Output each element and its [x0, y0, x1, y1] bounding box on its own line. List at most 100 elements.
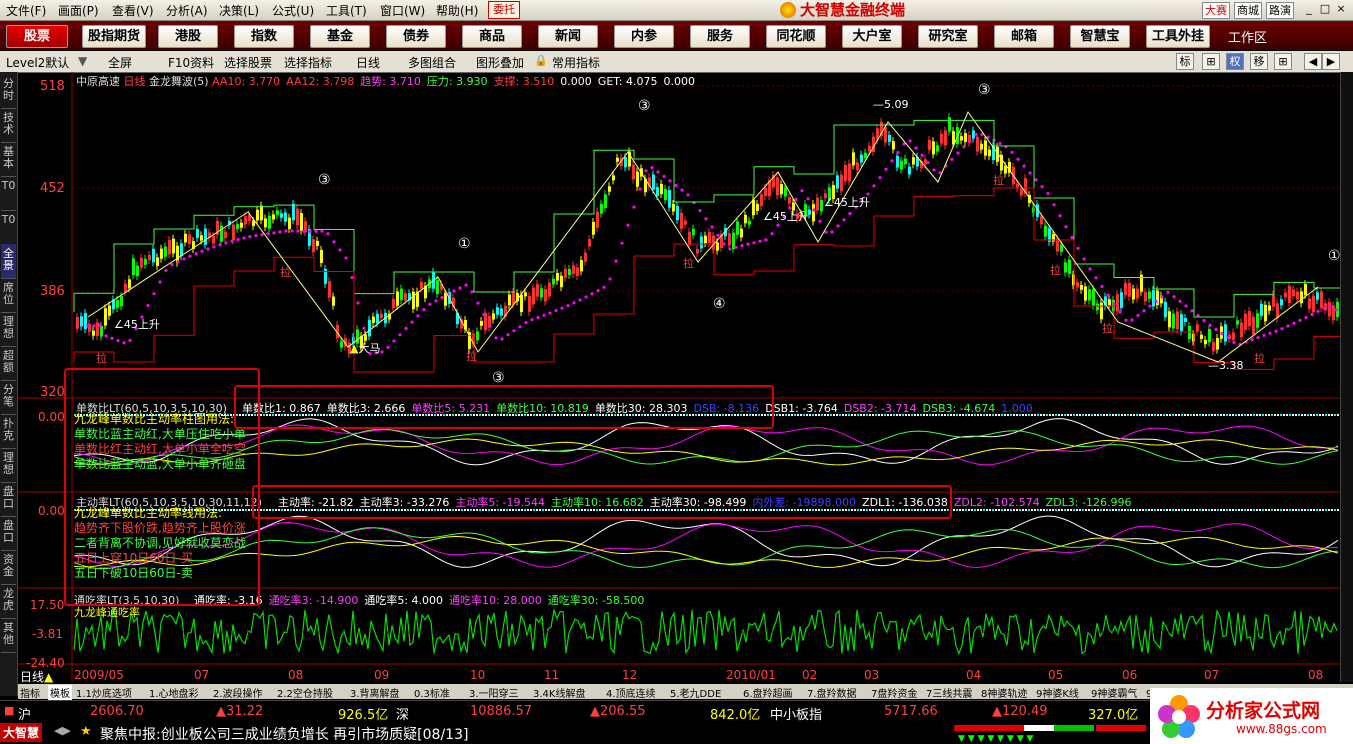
dropdown-arrow-icon[interactable]: ▼ — [78, 54, 87, 68]
trend-dot — [1304, 315, 1308, 320]
link-roadshow[interactable]: 路演 — [1266, 2, 1294, 19]
right-scrollbar[interactable] — [1340, 72, 1353, 682]
left-tab[interactable]: T0 — [1, 176, 16, 211]
toolbar-f10[interactable]: F10资料 — [168, 54, 214, 71]
nav-ths[interactable]: 同花顺 — [766, 25, 826, 48]
toolbar-prev-arrow-icon[interactable]: ◀ — [1304, 53, 1322, 70]
nav-smart[interactable]: 智慧宝 — [1070, 25, 1130, 48]
candle-body — [224, 231, 227, 239]
bottom-tab[interactable]: 3.一阳穿三 — [469, 685, 519, 700]
left-tab[interactable]: 分时 — [1, 74, 16, 109]
workarea-label[interactable]: 工作区 — [1228, 27, 1267, 46]
nav-mail[interactable]: 邮箱 — [994, 25, 1054, 48]
toolbar-common-indicator[interactable]: 常用指标 — [552, 54, 600, 71]
nav-news[interactable]: 新闻 — [538, 25, 598, 48]
nav-vip-room[interactable]: 大户室 — [842, 25, 902, 48]
nav-service[interactable]: 服务 — [690, 25, 750, 48]
close-icon[interactable]: × — [1334, 2, 1348, 16]
bottom-tab[interactable]: 9神婆霸气 — [1091, 685, 1137, 700]
left-tab[interactable]: 基本 — [1, 142, 16, 177]
indicator-bar — [1085, 414, 1087, 416]
left-tab[interactable]: 全景 — [1, 244, 16, 279]
bottom-tab[interactable]: 3.4K线解盘 — [533, 685, 585, 700]
bottom-tab[interactable]: 指标 — [20, 685, 40, 700]
toolbar-move-button[interactable]: 移 — [1250, 53, 1268, 70]
bottom-tab[interactable]: 2.波段操作 — [213, 685, 263, 700]
toolbar-level2[interactable]: Level2默认 — [6, 54, 69, 71]
news-nav-icon[interactable]: ◀▶ — [54, 724, 71, 737]
bottom-tab[interactable]: 5.老九DDE — [670, 685, 721, 700]
menu-analysis[interactable]: 分析(A) — [166, 2, 208, 19]
news-ticker[interactable]: 聚焦中报:创业板公司三成业绩负增长 再引市场质疑[08/13] — [100, 724, 468, 744]
toolbar-overlay[interactable]: 图形叠加 — [476, 54, 524, 71]
candle-body — [868, 145, 871, 152]
left-tab[interactable]: 席位 — [1, 278, 16, 313]
left-tab[interactable]: 扑克 — [1, 414, 16, 449]
bottom-tab[interactable]: 1.心地盘彩 — [149, 685, 199, 700]
menu-file[interactable]: 文件(F) — [6, 2, 46, 19]
left-tab[interactable]: 盘口 — [1, 516, 16, 551]
menu-tools[interactable]: 工具(T) — [326, 2, 367, 19]
toolbar-rights-button[interactable]: 权 — [1226, 53, 1244, 70]
nav-research[interactable]: 研究室 — [918, 25, 978, 48]
nav-commodity[interactable]: 商品 — [462, 25, 522, 48]
bottom-tab[interactable]: 6.盘羚超画 — [743, 685, 793, 700]
period-box[interactable]: 日线▲ — [20, 668, 54, 685]
bottom-tab[interactable]: 模板 — [48, 685, 72, 700]
bottom-tab[interactable]: 7.盘羚数据 — [807, 685, 857, 700]
left-tab[interactable]: 理想 — [1, 312, 16, 347]
left-tab[interactable]: 技术 — [1, 108, 16, 143]
menu-window[interactable]: 窗口(W) — [380, 2, 425, 19]
maximize-icon[interactable]: □ — [1318, 2, 1332, 16]
trend-dot — [620, 241, 624, 245]
menu-help[interactable]: 帮助(H) — [436, 2, 478, 19]
nav-index[interactable]: 指数 — [234, 25, 294, 48]
nav-bond[interactable]: 债券 — [386, 25, 446, 48]
menu-view[interactable]: 查看(V) — [112, 2, 154, 19]
toolbar-grid-button[interactable]: ⊞ — [1202, 53, 1220, 70]
toolbar-multi-chart[interactable]: 多图组合 — [408, 54, 456, 71]
bottom-tab[interactable]: 3.背离解盘 — [350, 685, 400, 700]
nav-hk[interactable]: 港股 — [158, 25, 218, 48]
toolbar-select-indicator[interactable]: 选择指标 — [284, 54, 332, 71]
left-tab[interactable]: T0 — [1, 210, 16, 245]
toolbar-fullscreen[interactable]: 全屏 — [108, 54, 132, 71]
bottom-tab[interactable]: 7三线共震 — [926, 685, 972, 700]
bottom-tab[interactable]: 4.顶底连续 — [606, 685, 656, 700]
trend-dot — [422, 308, 426, 312]
left-tab[interactable]: 其他 — [1, 618, 16, 653]
link-mall[interactable]: 商城 — [1234, 2, 1262, 19]
left-tab[interactable]: 分笔 — [1, 380, 16, 415]
sz-amount: 842.0亿 — [710, 708, 761, 723]
nav-insider[interactable]: 内参 — [614, 25, 674, 48]
left-tab[interactable]: 盘口 — [1, 482, 16, 517]
menu-screen[interactable]: 画面(P) — [58, 2, 99, 19]
bottom-tab[interactable]: 7盘羚资金 — [871, 685, 917, 700]
bottom-tab[interactable]: 2.2空仓持股 — [277, 685, 333, 700]
left-tab[interactable]: 超额 — [1, 346, 16, 381]
menu-decision[interactable]: 决策(L) — [219, 2, 259, 19]
nav-fund[interactable]: 基金 — [310, 25, 370, 48]
lock-icon[interactable]: 🔒 — [534, 54, 548, 67]
toolbar-next-arrow-icon[interactable]: ▶ — [1322, 53, 1340, 70]
bottom-tab[interactable]: 0.3标准 — [414, 685, 450, 700]
bottom-tab[interactable]: 8神婆轨迹 — [981, 685, 1027, 700]
nav-tools[interactable]: 工具外挂 — [1146, 25, 1210, 48]
toolbar-mark-button[interactable]: 标 — [1176, 53, 1194, 70]
toolbar-select-stock[interactable]: 选择股票 — [224, 54, 272, 71]
bottom-tab[interactable]: 1.1炒底选项 — [76, 685, 132, 700]
bottom-tab[interactable]: 9神婆K线 — [1036, 685, 1079, 700]
menu-formula[interactable]: 公式(U) — [272, 2, 314, 19]
candle-body — [964, 133, 967, 142]
left-tab[interactable]: 资金 — [1, 550, 16, 585]
left-tab[interactable]: 理想 — [1, 448, 16, 483]
left-tab[interactable]: 龙虎 — [1, 584, 16, 619]
toolbar-period[interactable]: 日线 — [356, 54, 380, 71]
nav-stock[interactable]: 股票 — [6, 25, 68, 48]
trade-button[interactable]: 委托 — [488, 1, 520, 19]
nav-index-futures[interactable]: 股指期货 — [82, 25, 146, 48]
toolbar-layout-button[interactable]: ⊞ — [1274, 53, 1292, 70]
link-contest[interactable]: 大赛 — [1202, 2, 1230, 19]
minimize-icon[interactable]: _ — [1302, 2, 1316, 16]
chart-area[interactable]: ③ ① ③ ④ ③ ① ③ 中原高速 日线 金龙舞波(5) AA10: 3.770 AA12:… — [18, 72, 1340, 685]
